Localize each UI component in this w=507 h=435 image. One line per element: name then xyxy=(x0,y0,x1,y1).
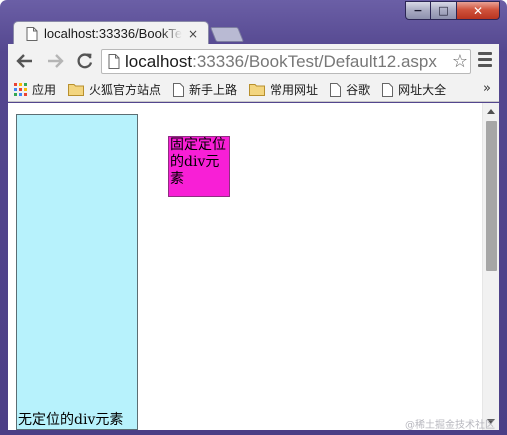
address-bar[interactable]: localhost:33336/BookTest/Default12.aspx … xyxy=(101,49,471,74)
tab-close-icon[interactable]: × xyxy=(188,27,198,41)
title-bar: − □ ✕ localhost:33336/BookTest/Default12… xyxy=(0,0,507,45)
bookmark-getting-started[interactable]: 新手上路 xyxy=(173,80,237,100)
new-tab-button[interactable] xyxy=(209,27,245,42)
tab-active[interactable]: localhost:33336/BookTest/Default12.aspx … xyxy=(13,21,209,45)
forward-button[interactable] xyxy=(42,48,68,74)
vertical-scrollbar[interactable] xyxy=(482,103,499,430)
static-div: 无定位的div元素 xyxy=(16,114,138,430)
folder-icon xyxy=(249,84,266,96)
bookmark-label: 火狐官方站点 xyxy=(89,83,162,97)
forward-arrow-icon xyxy=(48,54,64,68)
maximize-button[interactable]: □ xyxy=(431,1,457,20)
window-controls: − □ ✕ xyxy=(405,1,500,20)
fixed-div-label: 固定定位的div元素 xyxy=(170,137,226,187)
minimize-button[interactable]: − xyxy=(405,1,431,20)
bookmark-label: 常用网址 xyxy=(270,83,319,97)
bookmarks-bar: 应用 火狐官方站点 新手上路 常用网址 谷歌 网址大全 » xyxy=(8,78,499,102)
page-icon xyxy=(108,54,120,69)
tab-title: localhost:33336/BookTest/Default12.aspx xyxy=(44,26,182,41)
folder-icon xyxy=(68,84,85,96)
bookmark-google[interactable]: 谷歌 xyxy=(330,80,370,100)
bookmark-label: 谷歌 xyxy=(346,83,371,97)
back-arrow-icon xyxy=(16,54,32,68)
reload-button[interactable] xyxy=(72,48,98,74)
browser-window: − □ ✕ localhost:33336/BookTest/Default12… xyxy=(0,0,507,435)
close-window-button[interactable]: ✕ xyxy=(457,1,500,20)
menu-icon[interactable] xyxy=(478,52,492,68)
toolbar: localhost:33336/BookTest/Default12.aspx … xyxy=(8,44,499,78)
page-icon xyxy=(173,82,185,97)
back-button[interactable] xyxy=(12,48,38,74)
bookmark-label: 网址大全 xyxy=(398,83,447,97)
bookmark-apps[interactable]: 应用 xyxy=(14,80,56,100)
bookmark-label: 新手上路 xyxy=(189,83,238,97)
scroll-up-arrow-icon[interactable] xyxy=(487,109,495,114)
page-viewport: 无定位的div元素 固定定位的div元素 xyxy=(8,103,499,430)
watermark: @稀土掘金技术社区 xyxy=(405,420,495,431)
fixed-div: 固定定位的div元素 xyxy=(168,136,230,197)
bookmark-site-directory[interactable]: 网址大全 xyxy=(382,80,446,100)
apps-grid-icon xyxy=(14,83,27,96)
bookmark-common-sites[interactable]: 常用网址 xyxy=(249,80,318,100)
bookmark-firefox-site[interactable]: 火狐官方站点 xyxy=(68,80,161,100)
page-icon xyxy=(382,82,394,97)
scroll-thumb[interactable] xyxy=(486,121,497,271)
bookmark-star-icon[interactable]: ☆ xyxy=(449,51,468,72)
page-icon xyxy=(330,82,342,97)
url-text: localhost:33336/BookTest/Default12.aspx xyxy=(125,51,437,71)
bookmark-label: 应用 xyxy=(32,83,57,97)
bookmarks-overflow-button[interactable]: » xyxy=(483,81,491,96)
reload-icon xyxy=(77,53,93,69)
static-div-label: 无定位的div元素 xyxy=(18,412,124,428)
page-icon xyxy=(26,26,38,41)
